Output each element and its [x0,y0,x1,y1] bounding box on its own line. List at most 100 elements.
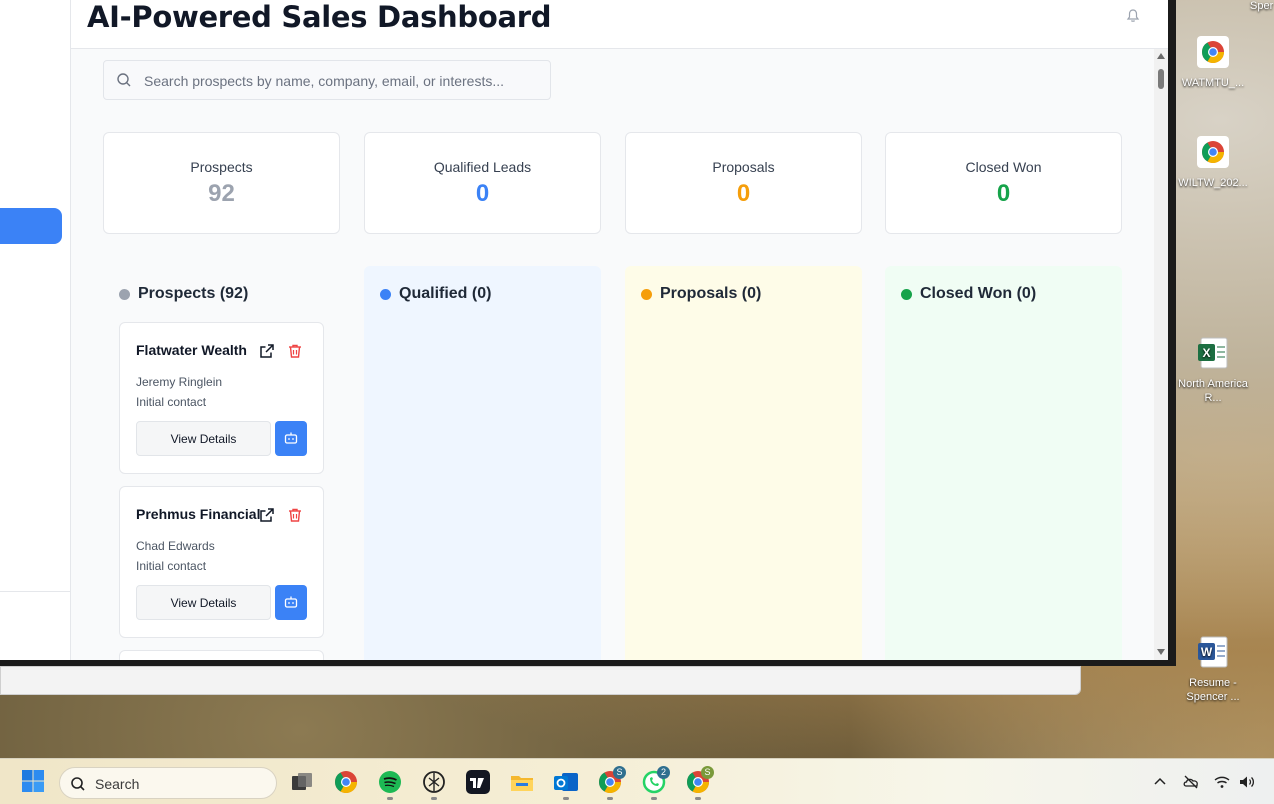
browser-window: AI-Powered Sales Dashboard Prospects 92 … [0,0,1176,666]
column-header: Prospects (92) [119,285,248,303]
column-title: Qualified (0) [399,285,492,302]
profile-badge: S [613,766,626,779]
task-view-icon[interactable] [288,768,316,796]
profile-badge: S [701,766,714,779]
desktop-icon-label: WATMTU_... [1181,77,1245,89]
stat-value: 0 [996,180,1011,207]
prospect-card[interactable]: Flatwater Wealth Jeremy Ringlein Initial… [119,322,324,474]
onedrive-offline-icon[interactable] [1182,773,1200,791]
prospect-company: Flatwater Wealth [136,342,247,358]
prospect-card[interactable]: Prehmus Financial Chad Edwards Initial c… [119,486,324,638]
prospect-card-partial[interactable] [119,650,324,660]
excel-icon: X [1198,337,1228,369]
volume-icon[interactable] [1238,773,1256,791]
notification-badge: 2 [657,766,670,779]
stat-value: 92 [208,180,235,207]
trash-icon[interactable] [287,507,303,523]
file-explorer-icon[interactable] [508,768,536,796]
desktop-icon-label-partial: Sper [1250,0,1274,12]
running-indicator [695,797,701,800]
chrome-icon [1197,36,1229,68]
stat-card-closed-won: Closed Won 0 [885,132,1122,234]
desktop-icon-label: Resume - Spencer ... [1186,677,1240,703]
column-title: Prospects (92) [138,285,249,302]
ai-assistant-button[interactable] [275,421,307,456]
sidebar-divider [0,591,70,592]
app-viewport: AI-Powered Sales Dashboard Prospects 92 … [0,0,1168,660]
external-link-icon[interactable] [259,343,275,359]
prospect-stage: Initial contact [136,559,207,573]
status-dot [380,288,391,300]
column-title: Proposals (0) [660,285,762,302]
vertical-scrollbar[interactable] [1154,49,1168,660]
prospect-stage: Initial contact [136,395,207,409]
running-indicator [607,797,613,800]
sidebar-active-item[interactable] [0,208,62,244]
scroll-up-arrow-icon[interactable] [1157,53,1165,59]
desktop-icon-watmtu[interactable]: WATMTU_... [1177,36,1249,90]
stat-value: 0 [475,180,490,207]
pipeline-column-proposals: Proposals (0) [625,266,862,660]
status-dot [641,288,652,300]
chrome-icon [1197,136,1229,168]
desktop-icon-wiltw[interactable]: WILTW_202... [1177,136,1249,190]
trash-icon[interactable] [287,343,303,359]
search-input[interactable] [144,69,544,93]
stat-card-qualified-leads: Qualified Leads 0 [364,132,601,234]
windows-start-icon[interactable] [21,769,45,793]
stat-card-prospects: Prospects 92 [103,132,340,234]
external-link-icon[interactable] [259,507,275,523]
taskbar-search-label: Search [95,776,140,792]
left-sidebar [0,0,71,660]
column-header: Qualified (0) [380,285,491,303]
page-title: AI-Powered Sales Dashboard [87,0,552,34]
view-details-button[interactable]: View Details [136,421,271,456]
scroll-down-arrow-icon[interactable] [1157,649,1165,655]
bot-icon [284,596,298,608]
column-title: Closed Won (0) [920,285,1037,302]
search-icon [117,73,131,87]
chrome-icon[interactable] [332,768,360,796]
stat-label: Prospects [190,159,253,175]
prospect-contact: Jeremy Ringlein [136,375,223,389]
running-indicator [431,797,437,800]
pipeline-column-qualified: Qualified (0) [364,266,601,660]
desktop-icon-label: WILTW_202... [1178,177,1248,189]
prospect-company: Prehmus Financial [136,506,261,522]
search-box [103,60,551,100]
word-icon: W [1198,636,1228,668]
bot-icon [284,432,298,444]
view-details-button[interactable]: View Details [136,585,271,620]
bell-icon[interactable] [1125,8,1141,24]
svg-text:W: W [1201,645,1213,659]
taskbar: Search S 2 S [0,758,1274,804]
scroll-thumb[interactable] [1158,69,1164,89]
stat-label: Proposals [712,159,775,175]
spotify-icon[interactable] [376,768,404,796]
outlook-icon[interactable] [552,768,580,796]
pipeline-column-closed-won: Closed Won (0) [885,266,1122,660]
stat-label: Qualified Leads [433,159,532,175]
running-indicator [387,797,393,800]
dashboard-content: Prospects 92 Qualified Leads 0 Proposals… [71,49,1154,660]
prospect-contact: Chad Edwards [136,539,215,553]
running-indicator [651,797,657,800]
column-header: Proposals (0) [641,285,761,303]
desktop-icon-resume[interactable]: W Resume - Spencer ... [1177,636,1249,704]
page-header: AI-Powered Sales Dashboard [71,0,1168,49]
wifi-icon[interactable] [1213,773,1231,791]
tradingview-icon[interactable] [464,768,492,796]
stat-card-proposals: Proposals 0 [625,132,862,234]
chatgpt-icon[interactable] [420,768,448,796]
stat-label: Closed Won [965,159,1042,175]
pipeline-column-prospects: Prospects (92) Flatwater Wealth Jeremy R… [103,266,340,660]
ai-assistant-button[interactable] [275,585,307,620]
background-window[interactable] [0,666,1081,695]
svg-text:X: X [1202,346,1210,360]
search-icon [71,777,85,791]
desktop-icon-north-america[interactable]: X North America R... [1177,337,1249,405]
status-dot [119,288,130,300]
chevron-up-icon[interactable] [1151,773,1169,791]
running-indicator [563,797,569,800]
taskbar-search[interactable]: Search [59,767,277,799]
